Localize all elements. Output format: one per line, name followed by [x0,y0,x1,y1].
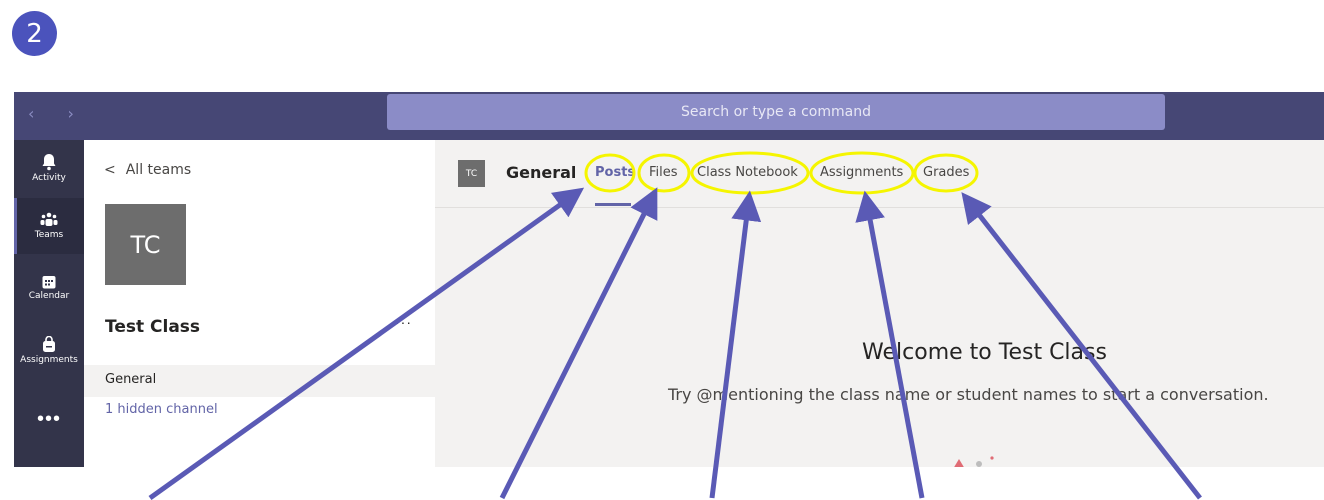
all-teams-link[interactable]: < All teams [104,162,191,178]
welcome-subtitle: Try @mentioning the class name or studen… [668,385,1269,404]
channel-header: TC General Posts Files Class Notebook As… [435,140,1324,208]
tab-files[interactable]: Files [649,165,678,180]
rail-label-calendar: Calendar [28,291,70,301]
active-tab-underline [595,203,631,206]
rail-item-activity[interactable]: Activity [14,140,84,196]
app-rail: Activity Teams Calendar Assignments ••• [14,140,84,467]
rail-label-activity: Activity [32,173,66,183]
rail-label-teams: Teams [34,230,64,240]
rail-label-assignments: Assignments [20,354,78,365]
welcome-illustration [954,456,994,467]
teams-panel: < All teams TC Test Class ··· General 1 h… [84,140,435,467]
calendar-icon [42,276,56,289]
team-avatar: TC [105,204,186,285]
history-nav-arrows[interactable]: ‹ › [28,104,88,123]
teams-icon [40,212,58,226]
rail-item-assignments[interactable]: Assignments [14,322,84,378]
title-bar: ‹ › Search or type a command [14,92,1324,140]
teams-app-window: ‹ › Search or type a command Activity Te… [14,92,1324,467]
search-command-box[interactable]: Search or type a command [387,94,1165,130]
step-number-badge: 2 [12,11,57,56]
tab-assignments[interactable]: Assignments [820,165,903,180]
more-apps-icon[interactable]: ••• [14,408,84,431]
hidden-channel-link[interactable]: 1 hidden channel [105,402,218,417]
all-teams-label: All teams [125,162,192,178]
team-name: Test Class [105,317,201,337]
tab-class-notebook[interactable]: Class Notebook [697,165,798,180]
channel-main: TC General Posts Files Class Notebook As… [435,140,1324,467]
welcome-title: Welcome to Test Class [862,340,1107,365]
channel-general-label[interactable]: General [105,372,156,387]
chevron-left-icon: < [104,162,116,178]
tab-posts[interactable]: Posts [595,165,635,180]
tab-grades[interactable]: Grades [923,165,969,180]
rail-item-teams[interactable]: Teams [14,198,84,254]
team-more-options-icon[interactable]: ··· [395,314,412,330]
channel-title: General [506,163,577,182]
bell-icon [42,154,56,171]
channel-avatar: TC [458,160,485,187]
bag-icon [43,335,55,352]
rail-item-calendar[interactable]: Calendar [14,260,84,316]
